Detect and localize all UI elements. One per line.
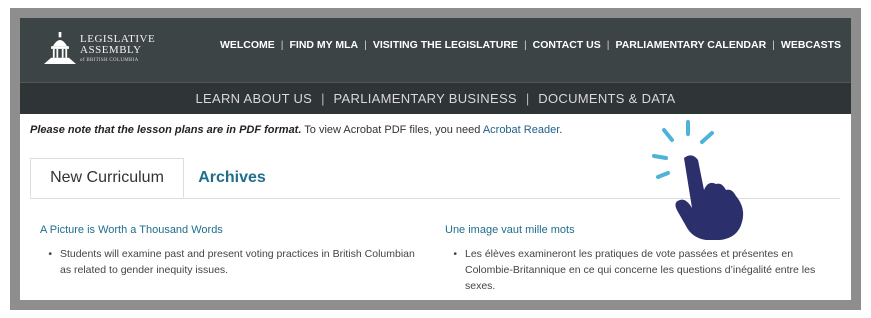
list-item: • Students will examine past and present… (40, 246, 420, 278)
tab-archives[interactable]: Archives (196, 158, 268, 198)
pdf-notice-emphasis: Please note that the lesson plans are in… (30, 124, 302, 136)
acrobat-reader-link[interactable]: Acrobat Reader (483, 124, 559, 136)
nav-separator: | (525, 91, 530, 106)
bullet-icon: • (453, 248, 457, 260)
nav-separator: | (280, 39, 284, 51)
site-header: LEGISLATIVE ASSEMBLY of BRITISH COLUMBIA… (20, 18, 851, 82)
pdf-notice-text: To view Acrobat PDF files, you need (301, 124, 483, 136)
lesson-french: Une image vaut mille mots • Les élèves e… (445, 224, 835, 294)
nav-separator: | (523, 39, 527, 51)
pdf-notice: Please note that the lesson plans are in… (30, 124, 562, 136)
nav-separator: | (321, 91, 325, 106)
lesson-title-french[interactable]: Une image vaut mille mots (445, 224, 835, 236)
legislature-dome-icon (44, 31, 77, 65)
pdf-notice-end: . (559, 124, 563, 136)
main-nav-documents-data[interactable]: DOCUMENTS & DATA (538, 91, 675, 106)
lesson-english: A Picture is Worth a Thousand Words • St… (40, 224, 420, 278)
nav-separator: | (364, 39, 367, 51)
main-nav: LEARN ABOUT US | PARLIAMENTARY BUSINESS … (20, 82, 851, 114)
lesson-title-english[interactable]: A Picture is Worth a Thousand Words (40, 224, 420, 236)
nav-separator: | (606, 39, 610, 51)
browser-viewport: LEGISLATIVE ASSEMBLY of BRITISH COLUMBIA… (10, 8, 861, 310)
screenshot-frame: LEGISLATIVE ASSEMBLY of BRITISH COLUMBIA… (0, 0, 871, 318)
main-nav-learn-about-us[interactable]: LEARN ABOUT US (195, 91, 312, 106)
main-nav-parliamentary-business[interactable]: PARLIAMENTARY BUSINESS (334, 91, 517, 106)
logo-subtitle: of BRITISH COLUMBIA (80, 57, 139, 63)
nav-separator: | (772, 39, 775, 51)
top-nav-find-my-mla[interactable]: FIND MY MLA (290, 39, 359, 51)
top-nav-webcasts[interactable]: WEBCASTS (781, 39, 841, 51)
top-nav-contact-us[interactable]: CONTACT US (533, 39, 601, 51)
top-nav-visiting[interactable]: VISITING THE LEGISLATURE (373, 39, 518, 51)
top-nav-welcome[interactable]: WELCOME (220, 39, 275, 51)
lesson-description-french: Les élèves examineront les pratiques de … (465, 248, 816, 292)
logo-title: LEGISLATIVE ASSEMBLY (80, 32, 156, 56)
tab-new-curriculum[interactable]: New Curriculum (30, 158, 184, 198)
bullet-icon: • (48, 248, 52, 260)
list-item: • Les élèves examineront les pratiques d… (445, 246, 835, 294)
top-nav-calendar[interactable]: PARLIAMENTARY CALENDAR (615, 39, 766, 51)
top-nav: WELCOME | FIND MY MLA | VISITING THE LEGISLA… (220, 39, 841, 51)
site-logo[interactable]: LEGISLATIVE ASSEMBLY of BRITISH COLUMBIA (44, 28, 204, 68)
lesson-description-english: Students will examine past and present v… (60, 248, 415, 276)
tap-hand-icon (652, 120, 744, 240)
